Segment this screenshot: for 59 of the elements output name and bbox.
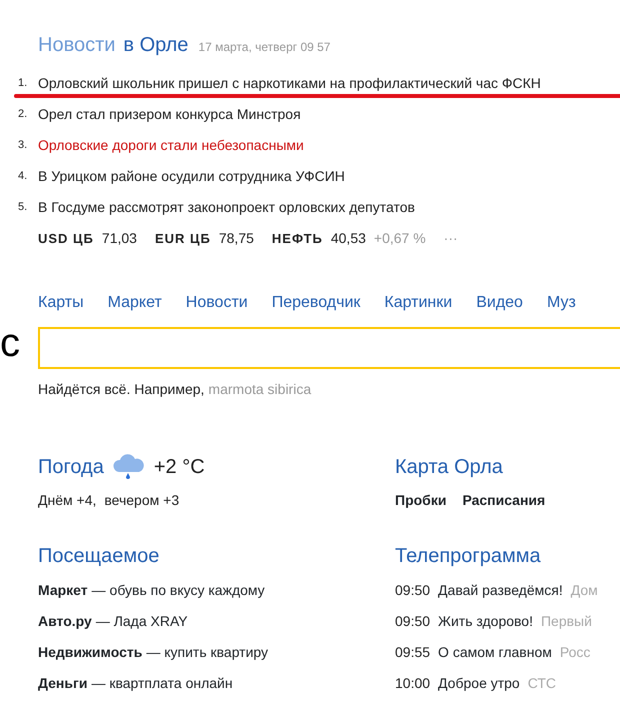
service-link[interactable]: Карты [38,291,84,315]
service-link[interactable]: Муз [546,291,576,315]
news-headline-link[interactable]: Орел стал призером конкурса Минстроя [38,104,301,125]
visited-site-link[interactable]: Недвижимость [38,642,142,663]
weather-title-link[interactable]: Погода [38,452,104,482]
rate-value: 40,53 [330,228,366,248]
visited-offer-link[interactable]: — Лада XRAY [96,611,188,632]
logo-letter: с [0,323,20,363]
tv-time: 09:55 [395,643,430,662]
item-number: 4. [18,169,28,184]
rate-value: 71,03 [102,228,137,248]
tv-show-link[interactable]: Доброе утро [438,673,520,694]
visited-offer-link[interactable]: — обувь по вкусу каждому [92,580,265,601]
service-link[interactable]: Новости [186,291,248,315]
tv-title-link[interactable]: Телепрограмма [395,545,541,567]
rain-cloud-icon [112,454,146,480]
visited-offer-link[interactable]: — квартплата онлайн [91,673,233,694]
tv-channel: СТС [528,674,556,693]
rate-label: EUR ЦБ [154,230,211,248]
tv-channel: Росс [560,643,590,662]
service-link[interactable]: Переводчик [272,291,360,315]
search-hint: Найдётся всё. Например, [38,380,204,399]
rate-value: 78,75 [218,228,254,248]
tv-show-link[interactable]: Жить здорово! [438,611,533,632]
item-number: 2. [18,107,28,122]
map-link[interactable]: Расписания [462,490,546,511]
visited-site-link[interactable]: Маркет [38,580,88,601]
search-field[interactable] [38,327,620,369]
temperature: +2 °C [154,455,205,480]
map-title-link[interactable]: Карта Орла [395,456,503,478]
news-headline-link[interactable]: В Урицком районе осудили сотрудника УФСИН [38,166,345,187]
service-link[interactable]: Видео [476,291,523,315]
map-link[interactable]: Пробки [395,490,446,511]
tv-time: 09:50 [395,581,430,600]
rate-label: НЕФТЬ [272,230,323,248]
news-headline-link[interactable]: В Госдуме рассмотрят законопроект орловских депутатов [38,197,415,218]
rate-label: USD ЦБ [38,230,94,248]
visited-site-link[interactable]: Деньги [38,673,88,694]
forecast-text: вечером +3 [104,491,180,510]
tv-time: 09:50 [395,612,430,631]
visited-offer-link[interactable]: — купить квартиру [146,642,268,663]
news-date: 17 марта, четверг 09 57 [198,39,330,56]
news-headline-link[interactable]: Орловский школьник пришел с наркотиками на профилактический час ФСКН [38,73,541,94]
region-link[interactable]: в Орле [123,30,188,60]
tv-channel: Первый [540,612,592,631]
tv-channel: Дом [570,581,598,600]
news-headline-link[interactable]: Орловские дороги стали небезопасными [38,135,304,156]
tv-time: 10:00 [395,674,430,693]
tv-show-link[interactable]: Давай разведёмся! [438,580,563,601]
item-number: 3. [18,138,28,154]
tv-show-link[interactable]: О самом главном [438,642,552,663]
rate-change: +0,67 % [374,228,426,248]
visited-site-link[interactable]: Авто.ру [38,611,92,632]
item-number: 5. [18,200,28,216]
service-link[interactable]: Маркет [108,291,162,315]
service-link[interactable]: Картинки [384,291,452,315]
forecast-text: Днём +4, [38,491,96,510]
item-number: 1. [18,76,28,92]
visited-title-link[interactable]: Посещаемое [38,545,160,567]
